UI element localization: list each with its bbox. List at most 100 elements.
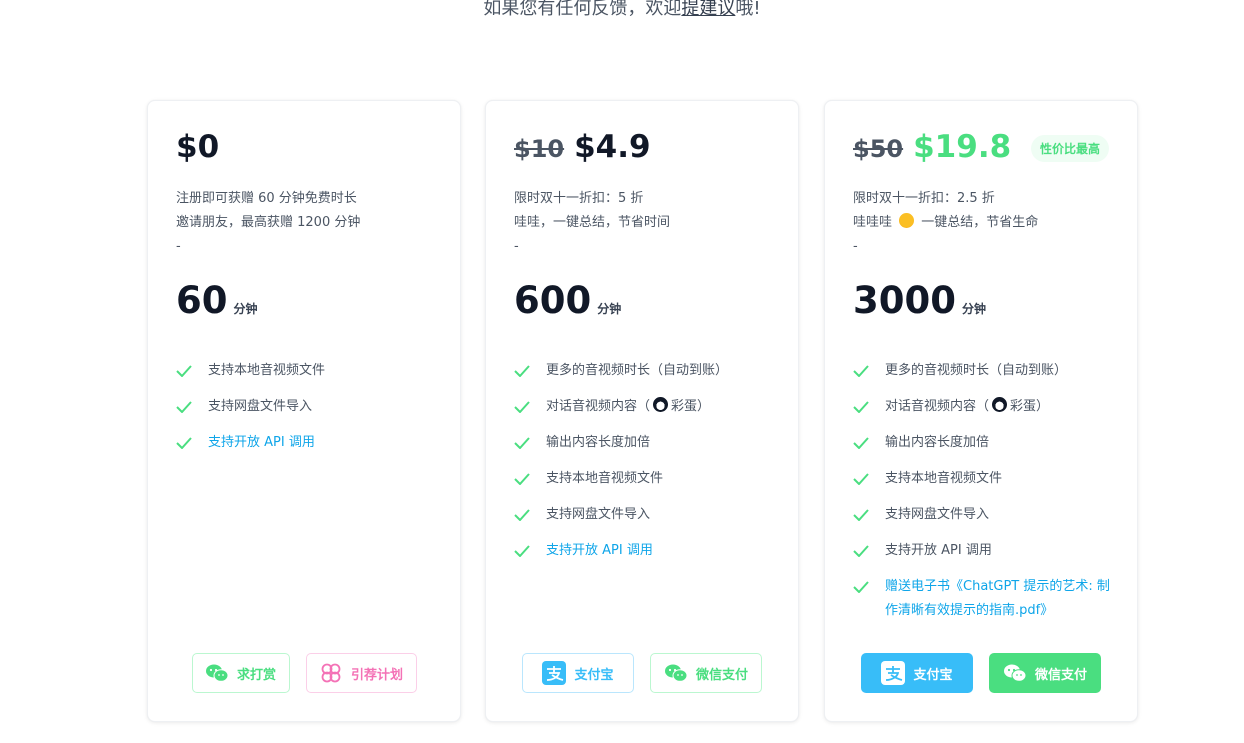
- original-price: $10: [514, 135, 565, 163]
- feature-item[interactable]: 支持开放 API 调用: [176, 431, 438, 455]
- feature-item: 对话音视频内容（ 彩蛋）: [514, 395, 776, 419]
- button-label: 求打赏: [236, 667, 276, 683]
- star-eyes-emoji: [899, 213, 915, 228]
- feature-text: 彩蛋）: [1010, 399, 1050, 414]
- feature-item: 支持网盘文件导入: [853, 503, 1115, 527]
- plan-minutes: 3000 分钟: [853, 279, 986, 322]
- desc-text: 一键总结，节省生命: [921, 215, 1039, 230]
- feedback-line: 如果您有任何反馈，欢迎提建议哦!: [0, 0, 1244, 20]
- minutes-unit: 分钟: [233, 302, 258, 316]
- plan-price: $50 $19.8: [853, 129, 1011, 165]
- check-icon: [853, 503, 871, 527]
- desc-line: 限时双十一折扣：2.5 折: [853, 191, 995, 206]
- feature-text: 对话音视频内容（: [885, 399, 990, 414]
- feedback-suffix: 哦!: [735, 0, 761, 19]
- feature-item: 支持本地音视频文件: [514, 467, 776, 491]
- feature-item: 支持网盘文件导入: [514, 503, 776, 527]
- feedback-text: 如果您有任何反馈，欢迎: [483, 0, 682, 19]
- referral-button[interactable]: 引荐计划: [305, 653, 417, 693]
- minutes-unit: 分钟: [597, 302, 622, 316]
- plan-buttons: 支付宝 微信支付: [825, 653, 1137, 693]
- check-icon: [514, 431, 532, 455]
- plan-minutes: 600 分钟: [514, 279, 621, 322]
- check-icon: [176, 395, 194, 419]
- current-price: $19.8: [913, 129, 1012, 165]
- plan-price: $0: [176, 129, 219, 165]
- feature-text: 支持本地音视频文件: [546, 471, 664, 486]
- feature-item[interactable]: 赠送电子书《ChatGPT 提示的艺术: 制作清晰有效提示的指南.pdf》: [853, 575, 1115, 623]
- penguin-emoji: [992, 397, 1008, 412]
- feature-text: 彩蛋）: [671, 399, 711, 414]
- suggestion-link[interactable]: 提建议: [681, 0, 735, 19]
- check-icon: [514, 467, 532, 491]
- feature-item: 更多的音视频时长（自动到账）: [514, 359, 776, 383]
- check-icon: [514, 395, 532, 419]
- check-icon: [176, 431, 194, 455]
- feature-text: 支持网盘文件导入: [546, 507, 651, 522]
- feature-list: 更多的音视频时长（自动到账） 对话音视频内容（ 彩蛋） 输出内容长度加倍 支持本地…: [514, 359, 776, 575]
- desc-line: -: [176, 239, 181, 254]
- feature-item: 输出内容长度加倍: [853, 431, 1115, 455]
- plan-card-free: $0 注册即可获赠 60 分钟免费时长 邀请朋友，最高获赠 1200 分钟 - …: [147, 100, 461, 722]
- plan-card-standard: $10 $4.9 限时双十一折扣：5 折 哇哇，一键总结，节省时间 - 600 …: [485, 100, 799, 722]
- feature-item: 支持本地音视频文件: [853, 467, 1115, 491]
- current-price: $0: [176, 129, 220, 165]
- alipay-button[interactable]: 支付宝: [861, 653, 973, 693]
- button-label: 支付宝: [913, 667, 953, 683]
- desc-line: 哇哇哇 一键总结，节省生命: [853, 211, 1038, 235]
- feature-text: 更多的音视频时长（自动到账）: [885, 363, 1068, 378]
- button-label: 支付宝: [574, 667, 614, 683]
- check-icon: [853, 431, 871, 455]
- check-icon: [853, 395, 871, 419]
- button-label: 微信支付: [1034, 667, 1087, 683]
- best-value-badge: 性价比最高: [1030, 135, 1109, 162]
- check-icon: [176, 359, 194, 383]
- check-icon: [514, 359, 532, 383]
- penguin-emoji: [653, 397, 669, 412]
- feature-text: 输出内容长度加倍: [885, 435, 990, 450]
- check-icon: [853, 539, 871, 563]
- feature-text: 对话音视频内容（: [546, 399, 651, 414]
- minutes-value: 600: [514, 279, 592, 322]
- feature-text: 支持网盘文件导入: [208, 399, 313, 414]
- alipay-icon: [881, 661, 906, 685]
- plan-price: $10 $4.9: [514, 129, 651, 165]
- alipay-icon: [542, 661, 567, 685]
- wechat-icon: [205, 661, 229, 685]
- feature-item: 对话音视频内容（ 彩蛋）: [853, 395, 1115, 419]
- feature-item: 支持本地音视频文件: [176, 359, 438, 383]
- minutes-value: 3000: [853, 279, 956, 322]
- check-icon: [853, 467, 871, 491]
- feature-list: 支持本地音视频文件 支持网盘文件导入 支持开放 API 调用: [176, 359, 438, 467]
- desc-line: -: [853, 239, 858, 254]
- feature-item: 支持网盘文件导入: [176, 395, 438, 419]
- feature-item: 输出内容长度加倍: [514, 431, 776, 455]
- feature-text: 更多的音视频时长（自动到账）: [546, 363, 729, 378]
- plan-buttons: 求打赏 引荐计划: [148, 653, 460, 693]
- donate-button[interactable]: 求打赏: [191, 653, 290, 693]
- ebook-link[interactable]: 赠送电子书《ChatGPT 提示的艺术: 制作清晰有效提示的指南.pdf》: [885, 575, 1115, 623]
- minutes-value: 60: [176, 279, 228, 322]
- api-link[interactable]: 支持开放 API 调用: [208, 431, 315, 455]
- feature-item[interactable]: 支持开放 API 调用: [514, 539, 776, 563]
- current-price: $4.9: [574, 129, 651, 165]
- wechat-pay-button[interactable]: 微信支付: [650, 653, 762, 693]
- check-icon: [514, 503, 532, 527]
- plan-description: 限时双十一折扣：5 折 哇哇，一键总结，节省时间 -: [514, 187, 670, 259]
- feature-item: 更多的音视频时长（自动到账）: [853, 359, 1115, 383]
- desc-line: 注册即可获赠 60 分钟免费时长: [176, 191, 357, 206]
- check-icon: [514, 539, 532, 563]
- api-link[interactable]: 支持开放 API 调用: [546, 539, 653, 563]
- alipay-button[interactable]: 支付宝: [522, 653, 634, 693]
- plan-description: 注册即可获赠 60 分钟免费时长 邀请朋友，最高获赠 1200 分钟 -: [176, 187, 360, 259]
- plan-minutes: 60 分钟: [176, 279, 258, 322]
- desc-line: 哇哇，一键总结，节省时间: [514, 215, 671, 230]
- plan-buttons: 支付宝 微信支付: [486, 653, 798, 693]
- feature-text: 输出内容长度加倍: [546, 435, 651, 450]
- feature-item: 支持开放 API 调用: [853, 539, 1115, 563]
- feature-text: 支持开放 API 调用: [885, 543, 992, 558]
- feature-text: 支持网盘文件导入: [885, 507, 990, 522]
- check-icon: [853, 359, 871, 383]
- clover-icon: [319, 661, 343, 685]
- wechat-pay-button[interactable]: 微信支付: [989, 653, 1101, 693]
